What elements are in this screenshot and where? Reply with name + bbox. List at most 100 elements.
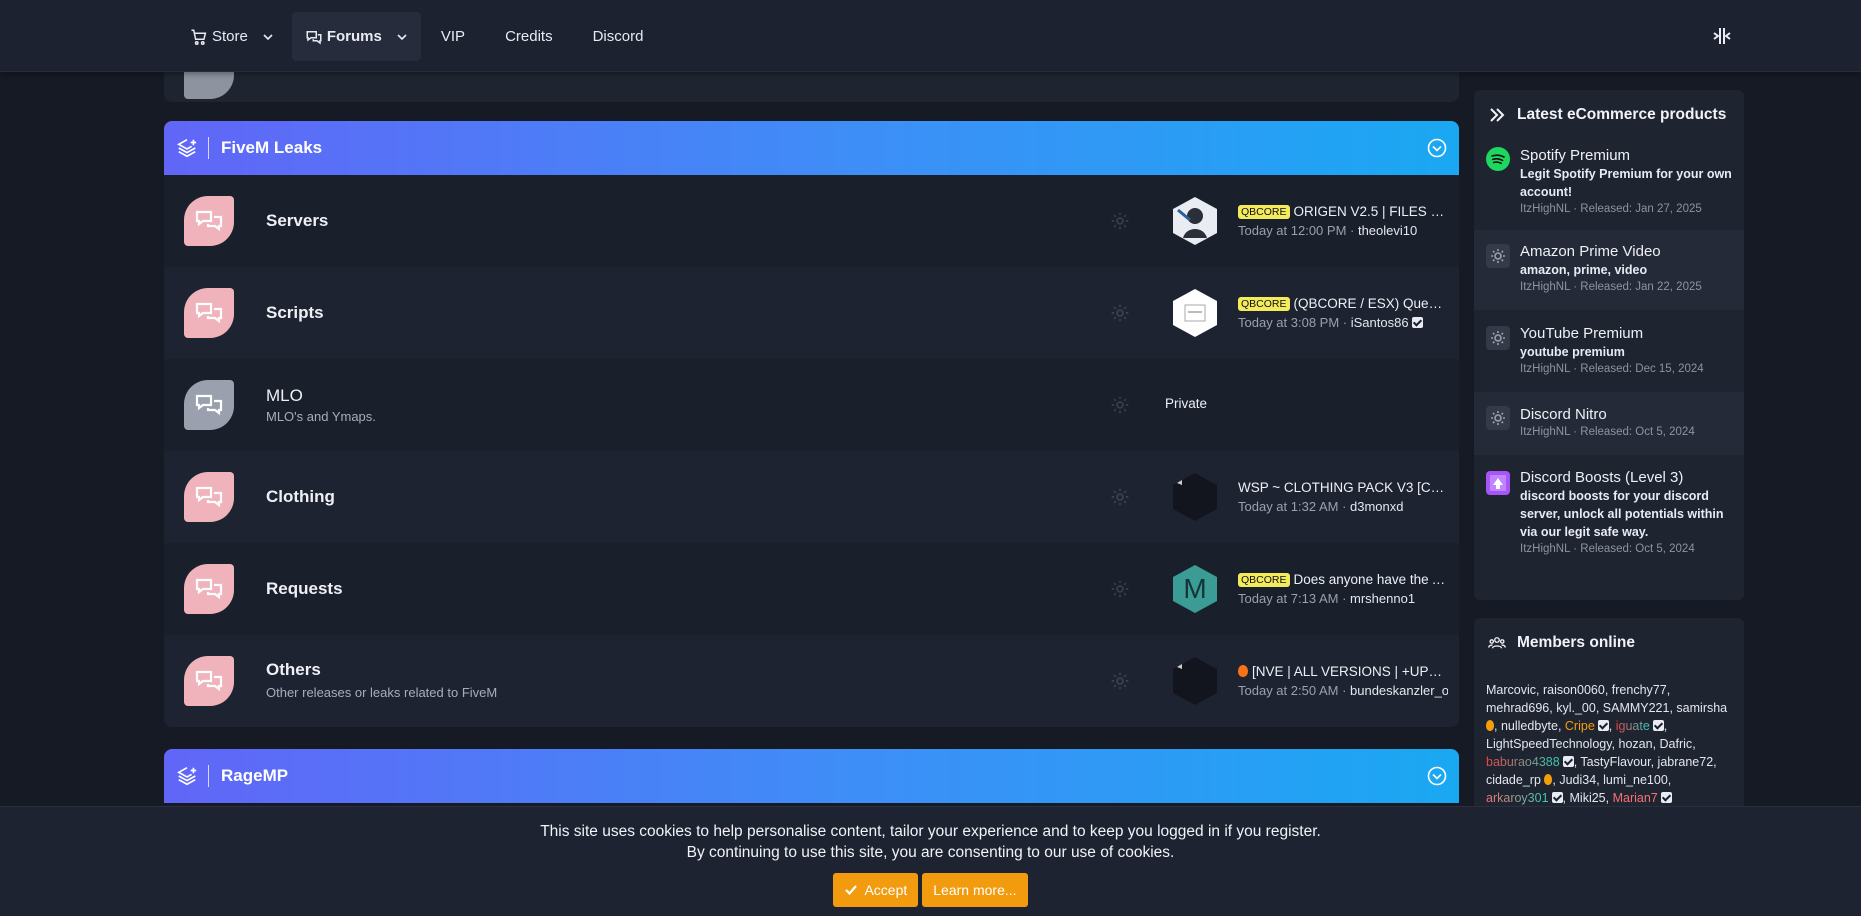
- collapse-width-icon[interactable]: [1711, 26, 1733, 46]
- forum-row-mlo: MLO MLO's and Ymaps. Private: [164, 359, 1459, 451]
- forum-chat-icon[interactable]: [184, 564, 234, 614]
- latest-thread-title[interactable]: (QBCORE / ESX) Quesar ...: [1294, 296, 1448, 311]
- member-link[interactable]: samirsha: [1676, 701, 1727, 715]
- latest-time[interactable]: Today at 12:00 PM: [1238, 223, 1346, 238]
- user-avatar[interactable]: [1172, 288, 1218, 338]
- nav-store[interactable]: Store: [177, 12, 287, 61]
- product-item[interactable]: Discord Boosts (Level 3) discord boosts …: [1474, 455, 1744, 567]
- latest-time[interactable]: Today at 7:13 AM: [1238, 591, 1338, 606]
- latest-user[interactable]: bundeskanzler_ol...: [1350, 683, 1448, 698]
- nav-forums[interactable]: Forums: [291, 12, 421, 61]
- member-link[interactable]: Marcovic: [1486, 683, 1536, 697]
- forum-chat-icon[interactable]: [184, 656, 234, 706]
- learn-more-button[interactable]: Learn more...: [922, 873, 1028, 907]
- product-item[interactable]: Amazon Prime Video amazon, prime, video …: [1474, 230, 1744, 310]
- member-link[interactable]: Miki25: [1570, 791, 1606, 805]
- chevron-circle-down-icon[interactable]: [1427, 766, 1447, 786]
- latest-time[interactable]: Today at 3:08 PM: [1238, 315, 1339, 330]
- member-link[interactable]: nulledbyte: [1501, 719, 1558, 733]
- product-item[interactable]: Discord Nitro ItzHighNL · Released: Oct …: [1474, 392, 1744, 455]
- product-meta: ItzHighNL · Released: Dec 15, 2024: [1520, 363, 1704, 375]
- latest-user[interactable]: mrshenno1: [1350, 591, 1415, 606]
- category-title[interactable]: FiveM Leaks: [221, 138, 322, 158]
- forum-chat-icon[interactable]: [184, 380, 234, 430]
- member-link[interactable]: kyl._00: [1556, 701, 1596, 715]
- member-link[interactable]: SAMMY221: [1603, 701, 1670, 715]
- member-link[interactable]: lumi_ne100: [1603, 773, 1668, 787]
- member-link[interactable]: arkaroy301: [1486, 791, 1549, 805]
- product-title[interactable]: Discord Nitro: [1520, 405, 1734, 424]
- latest-thread-link[interactable]: QBCORE (QBCORE / ESX) Quesar ...: [1238, 296, 1448, 311]
- learn-more-label: Learn more...: [933, 882, 1017, 898]
- member-link[interactable]: raison0060: [1543, 683, 1605, 697]
- latest-thread-meta: Today at 7:13 AM · mrshenno1: [1238, 591, 1416, 606]
- forum-chat-icon[interactable]: [184, 288, 234, 338]
- latest-thread-meta: Today at 1:32 AM · d3monxd: [1238, 499, 1404, 514]
- member-link[interactable]: iguate: [1616, 719, 1650, 733]
- latest-time[interactable]: Today at 2:50 AM: [1238, 683, 1338, 698]
- product-description: Legit Spotify Premium for your own accou…: [1520, 167, 1732, 199]
- user-avatar[interactable]: [1172, 656, 1218, 706]
- nav-discord[interactable]: Discord: [573, 12, 664, 61]
- product-title[interactable]: Discord Boosts (Level 3): [1520, 468, 1734, 487]
- accept-button[interactable]: Accept: [833, 873, 919, 907]
- latest-user[interactable]: d3monxd: [1350, 499, 1403, 514]
- member-link[interactable]: Dafric: [1660, 737, 1693, 751]
- forum-title[interactable]: Servers: [266, 211, 328, 231]
- latest-time[interactable]: Today at 1:32 AM: [1238, 499, 1338, 514]
- gear-icon: [1486, 326, 1510, 350]
- top-navigation-bar: Store Forums VIP Credits Discord: [0, 0, 1861, 72]
- member-link[interactable]: cidade_rp: [1486, 773, 1541, 787]
- chevron-down-icon[interactable]: [262, 31, 274, 43]
- forum-title[interactable]: Clothing: [266, 487, 335, 507]
- product-title[interactable]: YouTube Premium: [1520, 324, 1734, 343]
- latest-thread-link[interactable]: QBCORE Does anyone have the Au...: [1238, 572, 1448, 587]
- forum-chat-icon[interactable]: [184, 472, 234, 522]
- latest-thread-title[interactable]: WSP ~ CLOTHING PACK V3 [CHE...: [1238, 480, 1448, 495]
- latest-user[interactable]: theolevi10: [1358, 223, 1417, 238]
- latest-thread-meta: Today at 3:08 PM · iSantos86: [1238, 315, 1448, 330]
- latest-thread-meta: Today at 12:00 PM · theolevi10: [1238, 223, 1418, 238]
- product-description: discord boosts for your discord server, …: [1520, 489, 1724, 539]
- divider: [208, 765, 209, 787]
- user-avatar[interactable]: [1172, 472, 1218, 522]
- member-link[interactable]: frenchy77: [1612, 683, 1667, 697]
- latest-thread-link[interactable]: QBCORE ORIGEN V2.5 | FILES PRI...: [1238, 204, 1448, 219]
- member-link[interactable]: Judi34: [1559, 773, 1596, 787]
- latest-thread-link[interactable]: [NVE | ALL VERSIONS | +UPSC...: [1238, 664, 1448, 679]
- latest-user[interactable]: iSantos86: [1351, 315, 1409, 330]
- chevron-down-icon[interactable]: [396, 31, 408, 43]
- forum-title[interactable]: Requests: [266, 579, 343, 599]
- category-header-ragemp[interactable]: RageMP: [164, 749, 1459, 803]
- member-link[interactable]: LightSpeedTechnology: [1486, 737, 1612, 751]
- product-item[interactable]: YouTube Premium youtube premium ItzHighN…: [1474, 310, 1744, 392]
- latest-thread-title[interactable]: [NVE | ALL VERSIONS | +UPSC...: [1252, 664, 1448, 679]
- latest-thread-link[interactable]: WSP ~ CLOTHING PACK V3 [CHE...: [1238, 480, 1448, 495]
- forum-title[interactable]: Scripts: [266, 303, 324, 323]
- product-title[interactable]: Amazon Prime Video: [1520, 242, 1734, 261]
- category-header-fivem-leaks[interactable]: FiveM Leaks: [164, 121, 1459, 175]
- category-title[interactable]: RageMP: [221, 766, 288, 786]
- member-link[interactable]: baburao4388: [1486, 755, 1560, 769]
- sidebar-members-online: Members online Marcovic, raison0060, fre…: [1474, 618, 1744, 818]
- member-link[interactable]: Marian7: [1613, 791, 1658, 805]
- chevron-circle-down-icon[interactable]: [1427, 138, 1447, 158]
- member-link[interactable]: mehrad696: [1486, 701, 1549, 715]
- nav-credits[interactable]: Credits: [485, 12, 573, 61]
- forum-title[interactable]: MLO: [266, 386, 303, 406]
- member-link[interactable]: hozan: [1619, 737, 1653, 751]
- latest-thread-title[interactable]: ORIGEN V2.5 | FILES PRI...: [1294, 204, 1448, 219]
- forum-title[interactable]: Others: [266, 660, 321, 680]
- member-link[interactable]: TastyFlavour: [1580, 755, 1650, 769]
- nav-vip[interactable]: VIP: [421, 12, 485, 61]
- forum-description: MLO's and Ymaps.: [266, 409, 376, 424]
- product-item[interactable]: Spotify Premium Legit Spotify Premium fo…: [1474, 140, 1744, 230]
- user-avatar[interactable]: [1172, 196, 1218, 246]
- verified-check-icon: [1597, 720, 1609, 731]
- forum-chat-icon[interactable]: [184, 196, 234, 246]
- member-link[interactable]: Cripe: [1565, 719, 1595, 733]
- latest-thread-title[interactable]: Does anyone have the Au...: [1294, 572, 1448, 587]
- user-avatar[interactable]: M: [1172, 564, 1218, 614]
- product-title[interactable]: Spotify Premium: [1520, 146, 1734, 165]
- member-link[interactable]: jabrane72: [1658, 755, 1714, 769]
